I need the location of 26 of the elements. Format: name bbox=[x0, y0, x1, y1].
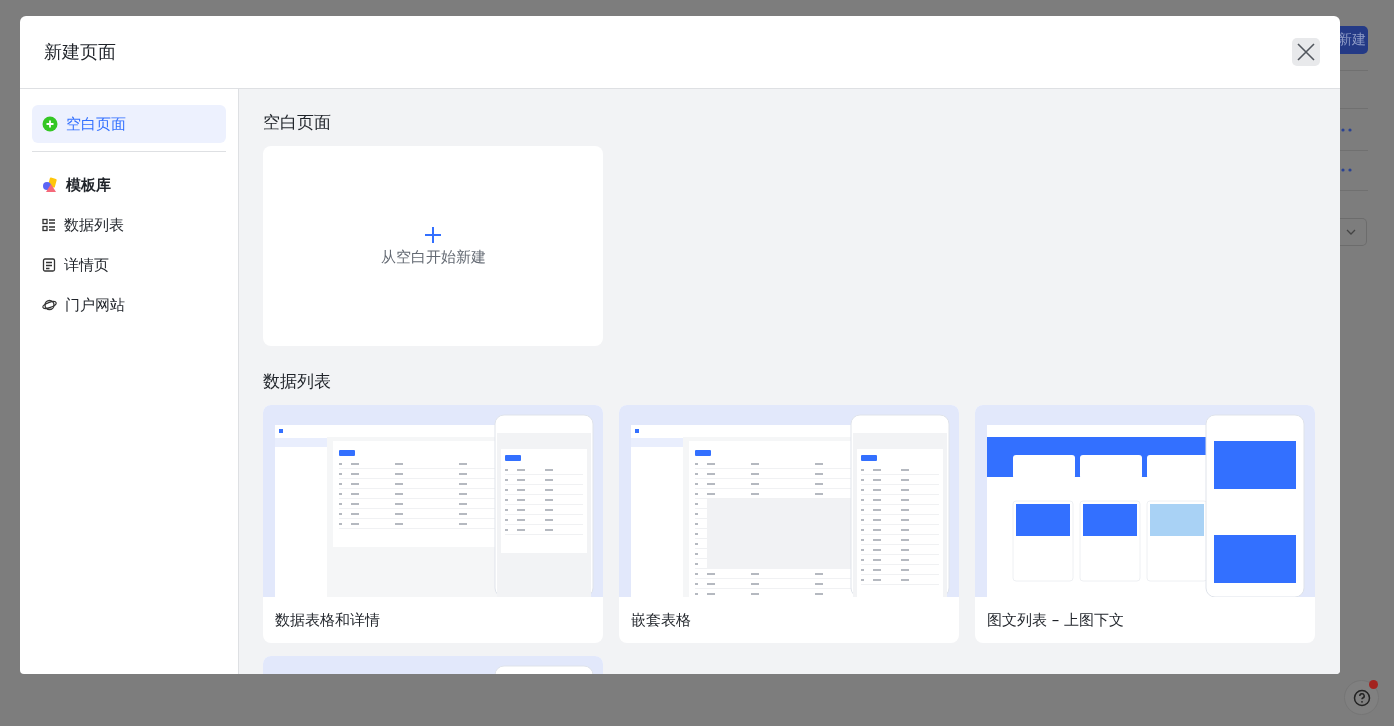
notification-dot bbox=[1369, 680, 1378, 689]
more-icon bbox=[1341, 168, 1353, 172]
template-card[interactable]: 数据表格和详情 bbox=[263, 405, 603, 643]
plus-icon bbox=[424, 225, 442, 244]
section-title: 数据列表 bbox=[263, 370, 332, 393]
document-icon bbox=[42, 258, 56, 272]
list-icon bbox=[42, 218, 56, 232]
dialog-title: 新建页面 bbox=[44, 40, 116, 64]
template-card[interactable]: 图文列表 – 上图下文 bbox=[975, 405, 1315, 643]
close-icon bbox=[1297, 43, 1315, 61]
help-button[interactable] bbox=[1344, 680, 1379, 715]
sidebar-item[interactable]: 详情页 bbox=[32, 246, 226, 284]
sidebar-item[interactable]: 数据列表 bbox=[32, 206, 226, 244]
plus-circle-icon bbox=[42, 116, 58, 132]
blank-page-card[interactable]: 从空白开始新建 bbox=[263, 146, 603, 346]
sidebar-item[interactable]: 门户网站 bbox=[32, 286, 226, 324]
more-icon bbox=[1341, 128, 1353, 132]
section-title: 空白页面 bbox=[263, 111, 332, 134]
planet-icon bbox=[42, 298, 57, 312]
chevron-down-icon bbox=[1346, 229, 1356, 235]
sidebar-item[interactable]: 空白页面 bbox=[32, 105, 226, 143]
template-card[interactable]: 嵌套表格 bbox=[619, 405, 959, 643]
sidebar-item[interactable]: 模板库 bbox=[32, 166, 226, 204]
shapes-icon bbox=[42, 177, 58, 193]
close-button[interactable] bbox=[1292, 38, 1320, 66]
help-icon bbox=[1352, 688, 1371, 707]
